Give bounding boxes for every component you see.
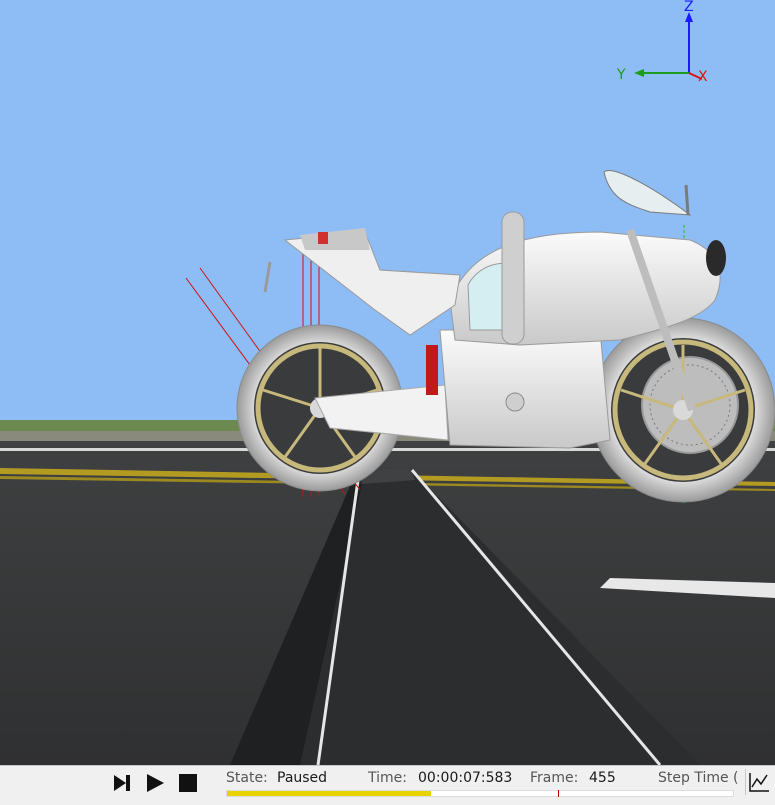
playback-toolbar: State: Paused Time: 00:00:07:583 Frame: …: [0, 765, 775, 805]
frame-label: Frame:: [530, 770, 579, 786]
step-forward-icon: [114, 775, 130, 791]
chart-button[interactable]: [745, 769, 772, 795]
axis-triad-icon: Z Y X: [610, 0, 710, 95]
scene-render: [0, 0, 775, 765]
axis-x-label: X: [698, 69, 708, 85]
progress-marker: [558, 790, 559, 797]
axis-y-label: Y: [617, 67, 626, 83]
state-value: Paused: [277, 770, 328, 786]
play-button[interactable]: [143, 771, 167, 795]
simulation-window: Z Y X State: Paused Time: 00:00:07:583 F…: [0, 0, 775, 805]
line-chart-icon: [749, 773, 769, 792]
state-label: State:: [226, 770, 268, 786]
step-forward-button[interactable]: [110, 771, 134, 795]
progress-fill: [227, 791, 431, 796]
stop-icon: [179, 774, 197, 792]
axis-z-label: Z: [684, 0, 694, 15]
3d-viewport[interactable]: Z Y X: [0, 0, 775, 765]
stop-button[interactable]: [176, 771, 200, 795]
frame-value: 455: [589, 770, 616, 786]
step-time-label: Step Time (: [658, 770, 738, 786]
time-value: 00:00:07:583: [418, 770, 513, 786]
play-icon: [147, 774, 164, 792]
time-label: Time:: [368, 770, 407, 786]
playback-progress-bar[interactable]: [226, 790, 734, 797]
